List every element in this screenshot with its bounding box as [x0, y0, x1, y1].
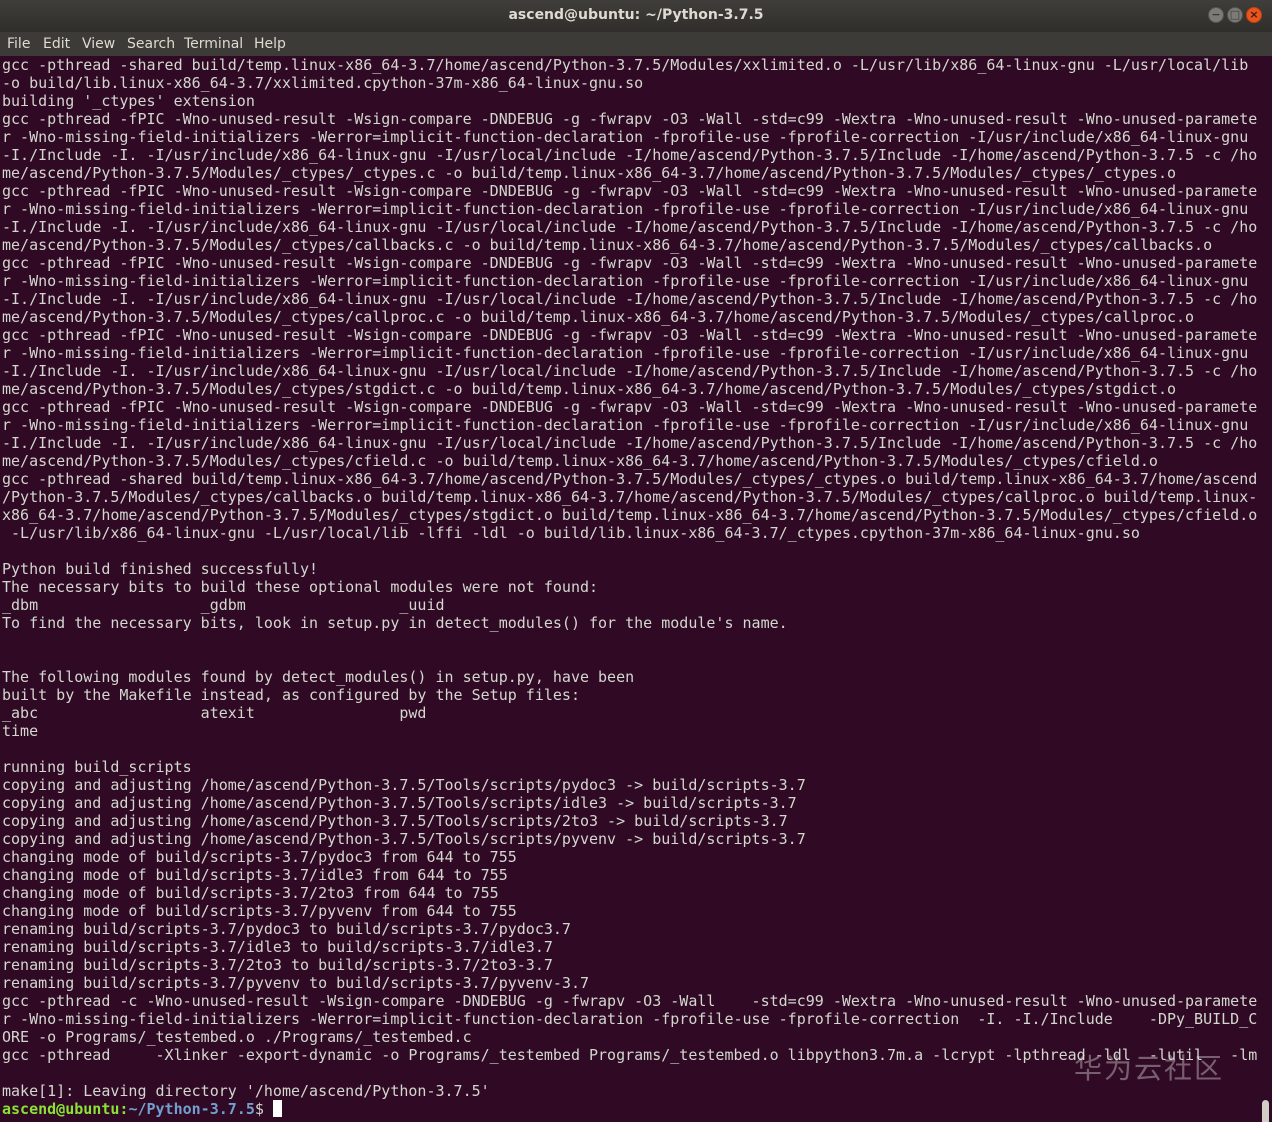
terminal-line: me/ascend/Python-3.7.5/Modules/_ctypes/c… — [2, 236, 1213, 254]
terminal-line: gcc -pthread -fPIC -Wno-unused-result -W… — [2, 326, 1258, 344]
terminal-line: copying and adjusting /home/ascend/Pytho… — [2, 830, 806, 848]
terminal-line: me/ascend/Python-3.7.5/Modules/_ctypes/s… — [2, 380, 1176, 398]
terminal-line: gcc -pthread -fPIC -Wno-unused-result -W… — [2, 110, 1258, 128]
terminal-line: me/ascend/Python-3.7.5/Modules/_ctypes/c… — [2, 308, 1195, 326]
terminal-line: _abc atexit pwd — [2, 704, 427, 722]
terminal-line: renaming build/scripts-3.7/pyvenv to bui… — [2, 974, 589, 992]
maximize-button[interactable]: □ — [1227, 7, 1243, 23]
menu-bar: File Edit View Search Terminal Help — [0, 32, 1272, 56]
window-title: ascend@ubuntu: ~/Python-3.7.5 — [508, 7, 764, 23]
menu-terminal[interactable]: Terminal — [184, 36, 243, 52]
terminal-line: renaming build/scripts-3.7/pydoc3 to bui… — [2, 920, 571, 938]
maximize-icon: □ — [1229, 8, 1241, 21]
menu-help[interactable]: Help — [254, 36, 286, 52]
minimize-button[interactable]: − — [1208, 7, 1224, 23]
menu-view[interactable]: View — [82, 36, 115, 52]
terminal-line: gcc -pthread -Xlinker -export-dynamic -o… — [2, 1046, 1258, 1064]
text-cursor — [272, 1100, 282, 1117]
close-icon: × — [1249, 8, 1259, 21]
terminal-line: renaming build/scripts-3.7/idle3 to buil… — [2, 938, 553, 956]
terminal-line: The necessary bits to build these option… — [2, 578, 599, 596]
window-controls: − □ × — [1208, 7, 1262, 23]
terminal-line: building '_ctypes' extension — [2, 92, 255, 110]
terminal-line: -I./Include -I. -I/usr/include/x86_64-li… — [2, 218, 1258, 236]
terminal-line: changing mode of build/scripts-3.7/pyven… — [2, 902, 517, 920]
terminal-line: /Python-3.7.5/Modules/_ctypes/callbacks.… — [2, 488, 1258, 506]
terminal-line: -I./Include -I. -I/usr/include/x86_64-li… — [2, 362, 1258, 380]
terminal-line: gcc -pthread -shared build/temp.linux-x8… — [2, 56, 1249, 74]
terminal-line: The following modules found by detect_mo… — [2, 668, 635, 686]
title-bar[interactable]: ascend@ubuntu: ~/Python-3.7.5 − □ × — [0, 0, 1272, 32]
terminal-line: Python build finished successfully! — [2, 560, 319, 578]
menu-search[interactable]: Search — [127, 36, 175, 52]
terminal-line: r -Wno-missing-field-initializers -Werro… — [2, 200, 1249, 218]
scrollbar[interactable] — [1260, 56, 1272, 1122]
terminal-line: To find the necessary bits, look in setu… — [2, 614, 788, 632]
prompt-symbol: $ — [254, 1100, 273, 1118]
terminal-line: gcc -pthread -fPIC -Wno-unused-result -W… — [2, 254, 1258, 272]
terminal-line: gcc -pthread -fPIC -Wno-unused-result -W… — [2, 398, 1258, 416]
terminal-line: -I./Include -I. -I/usr/include/x86_64-li… — [2, 434, 1258, 452]
terminal-line: gcc -pthread -shared build/temp.linux-x8… — [2, 470, 1258, 488]
terminal-line: r -Wno-missing-field-initializers -Werro… — [2, 128, 1249, 146]
minimize-icon: − — [1211, 8, 1221, 21]
terminal-line: changing mode of build/scripts-3.7/pydoc… — [2, 848, 517, 866]
terminal-line: copying and adjusting /home/ascend/Pytho… — [2, 794, 797, 812]
terminal-line: r -Wno-missing-field-initializers -Werro… — [2, 344, 1249, 362]
terminal-line: -I./Include -I. -I/usr/include/x86_64-li… — [2, 146, 1258, 164]
terminal-line: r -Wno-missing-field-initializers -Werro… — [2, 1010, 1258, 1028]
terminal-line: time — [2, 722, 39, 740]
close-button[interactable]: × — [1246, 7, 1262, 23]
terminal-line: make[1]: Leaving directory '/home/ascend… — [2, 1082, 490, 1100]
terminal-line: me/ascend/Python-3.7.5/Modules/_ctypes/_… — [2, 164, 1176, 182]
terminal-line: -L/usr/lib/x86_64-linux-gnu -L/usr/local… — [2, 524, 1140, 542]
terminal-line: -I./Include -I. -I/usr/include/x86_64-li… — [2, 290, 1258, 308]
terminal-line: me/ascend/Python-3.7.5/Modules/_ctypes/c… — [2, 452, 1158, 470]
terminal-output[interactable]: gcc -pthread -shared build/temp.linux-x8… — [2, 56, 1258, 1122]
terminal-line: -o build/lib.linux-x86_64-3.7/xxlimited.… — [2, 74, 644, 92]
terminal-line: r -Wno-missing-field-initializers -Werro… — [2, 272, 1249, 290]
terminal-line: changing mode of build/scripts-3.7/2to3 … — [2, 884, 499, 902]
terminal-line: r -Wno-missing-field-initializers -Werro… — [2, 416, 1249, 434]
terminal-line: running build_scripts — [2, 758, 192, 776]
terminal-line: copying and adjusting /home/ascend/Pytho… — [2, 776, 806, 794]
watermark-logo: 华为云社区 — [1074, 1052, 1225, 1085]
scrollbar-thumb[interactable] — [1262, 1100, 1269, 1122]
terminal-line: renaming build/scripts-3.7/2to3 to build… — [2, 956, 553, 974]
terminal-line: gcc -pthread -c -Wno-unused-result -Wsig… — [2, 992, 1258, 1010]
menu-file[interactable]: File — [7, 36, 30, 52]
prompt-line[interactable]: ascend@ubuntu:~/Python-3.7.5$ — [2, 1100, 1258, 1118]
terminal-line: copying and adjusting /home/ascend/Pytho… — [2, 812, 788, 830]
terminal-line: changing mode of build/scripts-3.7/idle3… — [2, 866, 508, 884]
prompt-path: ~/Python-3.7.5 — [128, 1100, 255, 1118]
prompt-user-host: ascend@ubuntu — [2, 1100, 120, 1118]
terminal-window: ascend@ubuntu: ~/Python-3.7.5 − □ × File… — [0, 0, 1272, 1122]
terminal-line: gcc -pthread -fPIC -Wno-unused-result -W… — [2, 182, 1258, 200]
terminal-line: ORE -o Programs/_testembed.o ./Programs/… — [2, 1028, 472, 1046]
terminal-line: built by the Makefile instead, as config… — [2, 686, 580, 704]
terminal-line: _dbm _gdbm _uuid — [2, 596, 445, 614]
menu-edit[interactable]: Edit — [43, 36, 70, 52]
terminal-line: x86_64-3.7/home/ascend/Python-3.7.5/Modu… — [2, 506, 1258, 524]
